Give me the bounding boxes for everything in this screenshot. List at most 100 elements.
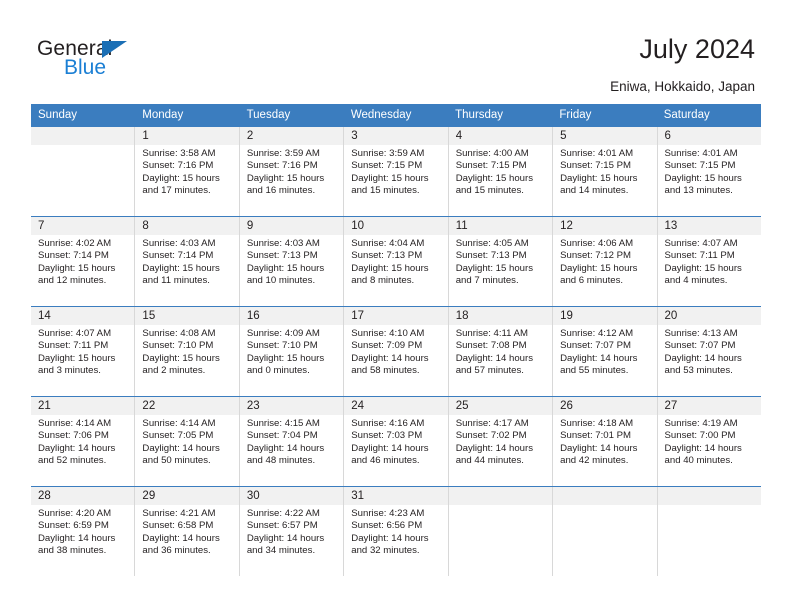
sunset-time: Sunset: 7:10 PM	[142, 340, 214, 352]
day-number	[448, 487, 553, 505]
calendar-day-cell[interactable]: 5 Sunrise: 4:01 AM Sunset: 7:15 PM Daylight…	[553, 127, 658, 216]
sunrise-time: Sunrise: 4:22 AM	[246, 508, 320, 519]
calendar-day-cell[interactable]: 10 Sunrise: 4:04 AM Sunset: 7:13 PM Dayligh…	[344, 217, 449, 306]
sunrise-time: Sunrise: 4:10 AM	[351, 328, 425, 339]
sunrise-time: Sunrise: 4:03 AM	[142, 238, 216, 249]
daylight-duration-line1: Daylight: 15 hours	[38, 262, 116, 274]
calendar-day-cell[interactable]: 11 Sunrise: 4:05 AM Sunset: 7:13 PM Dayligh…	[448, 217, 554, 306]
day-sun-info: Sunrise: 4:03 AM Sunset: 7:13 PM Daylight:…	[240, 235, 343, 288]
calendar-page: General Blue July 2024 Eniwa, Hokkaido, …	[0, 0, 792, 612]
general-blue-logo[interactable]: General Blue	[37, 38, 167, 84]
calendar-day-cell[interactable]: 16 Sunrise: 4:09 AM Sunset: 7:10 PM Dayligh…	[239, 307, 345, 396]
day-sun-info: Sunrise: 4:15 AM Sunset: 7:04 PM Daylight:…	[240, 415, 343, 468]
sunset-time: Sunset: 7:07 PM	[664, 340, 736, 352]
day-number: 6	[657, 127, 761, 145]
day-sun-info: Sunrise: 4:01 AM Sunset: 7:15 PM Daylight:…	[553, 145, 656, 198]
day-number: 30	[239, 487, 344, 505]
calendar-day-cell-empty	[31, 127, 136, 216]
day-sun-info: Sunrise: 4:19 AM Sunset: 7:00 PM Daylight:…	[658, 415, 761, 468]
sunset-time: Sunset: 7:00 PM	[664, 430, 736, 442]
day-sun-info: Sunrise: 4:04 AM Sunset: 7:13 PM Daylight:…	[344, 235, 447, 288]
daylight-duration-line2: and 34 minutes.	[246, 545, 316, 557]
day-sun-info: Sunrise: 4:00 AM Sunset: 7:15 PM Daylight:…	[449, 145, 552, 198]
day-number: 25	[448, 397, 553, 415]
daylight-duration-line2: and 48 minutes.	[246, 455, 316, 467]
daylight-duration-line2: and 55 minutes.	[560, 365, 629, 377]
calendar-day-cell[interactable]: 13 Sunrise: 4:07 AM Sunset: 7:11 PM Dayligh…	[657, 217, 761, 306]
day-number: 20	[657, 307, 761, 325]
weekday-header-monday: Monday	[142, 109, 184, 121]
sunrise-time: Sunrise: 4:01 AM	[664, 148, 738, 159]
calendar-day-cell[interactable]: 21 Sunrise: 4:14 AM Sunset: 7:06 PM Dayligh…	[31, 397, 136, 486]
day-number: 10	[344, 217, 448, 235]
calendar-day-cell[interactable]: 2 Sunrise: 3:59 AM Sunset: 7:16 PM Daylight…	[239, 127, 345, 216]
sunrise-time: Sunrise: 4:02 AM	[38, 238, 112, 249]
calendar-week-row: 14 Sunrise: 4:07 AM Sunset: 7:11 PM Dayligh…	[31, 306, 761, 396]
daylight-duration-line2: and 32 minutes.	[351, 545, 420, 557]
calendar-day-cell[interactable]: 12 Sunrise: 4:06 AM Sunset: 7:12 PM Dayligh…	[553, 217, 658, 306]
sunrise-time: Sunrise: 4:00 AM	[455, 148, 529, 159]
weekday-header-friday: Friday	[559, 109, 592, 121]
daylight-duration-line1: Daylight: 15 hours	[38, 352, 116, 364]
calendar-day-cell[interactable]: 15 Sunrise: 4:08 AM Sunset: 7:10 PM Dayligh…	[135, 307, 240, 396]
daylight-duration-line1: Daylight: 15 hours	[246, 262, 325, 274]
calendar-day-cell[interactable]: 20 Sunrise: 4:13 AM Sunset: 7:07 PM Dayligh…	[657, 307, 761, 396]
calendar-day-cell[interactable]: 28 Sunrise: 4:20 AM Sunset: 6:59 PM Dayligh…	[31, 487, 136, 576]
calendar-day-cell[interactable]: 30 Sunrise: 4:22 AM Sunset: 6:57 PM Dayligh…	[239, 487, 345, 576]
calendar-day-cell[interactable]: 25 Sunrise: 4:17 AM Sunset: 7:02 PM Dayligh…	[448, 397, 554, 486]
daylight-duration-line1: Daylight: 14 hours	[246, 442, 325, 454]
calendar-day-cell[interactable]: 26 Sunrise: 4:18 AM Sunset: 7:01 PM Dayligh…	[553, 397, 658, 486]
daylight-duration-line2: and 7 minutes.	[455, 275, 519, 287]
calendar-day-cell[interactable]: 18 Sunrise: 4:11 AM Sunset: 7:08 PM Dayligh…	[448, 307, 554, 396]
calendar-day-cell[interactable]: 7 Sunrise: 4:02 AM Sunset: 7:14 PM Daylight…	[31, 217, 136, 306]
sunset-time: Sunset: 7:10 PM	[246, 340, 318, 352]
sunrise-time: Sunrise: 4:19 AM	[664, 418, 738, 429]
daylight-duration-line2: and 15 minutes.	[455, 185, 524, 197]
day-number: 12	[553, 217, 657, 235]
calendar-day-cell[interactable]: 14 Sunrise: 4:07 AM Sunset: 7:11 PM Dayligh…	[31, 307, 136, 396]
calendar-day-cell[interactable]: 1 Sunrise: 3:58 AM Sunset: 7:16 PM Daylight…	[135, 127, 240, 216]
weekday-header-row: Sunday Monday Tuesday Wednesday Thursday…	[31, 104, 761, 127]
sunset-time: Sunset: 6:56 PM	[351, 520, 423, 532]
sunset-time: Sunset: 7:15 PM	[560, 160, 632, 172]
calendar-day-cell[interactable]: 19 Sunrise: 4:12 AM Sunset: 7:07 PM Dayligh…	[553, 307, 658, 396]
daylight-duration-line2: and 58 minutes.	[351, 365, 420, 377]
calendar-day-cell[interactable]: 22 Sunrise: 4:14 AM Sunset: 7:05 PM Dayligh…	[135, 397, 240, 486]
daylight-duration-line1: Daylight: 15 hours	[142, 352, 220, 364]
page-title: July 2024	[639, 34, 755, 64]
day-sun-info: Sunrise: 3:59 AM Sunset: 7:16 PM Daylight:…	[240, 145, 343, 198]
day-sun-info: Sunrise: 4:07 AM Sunset: 7:11 PM Daylight:…	[31, 325, 134, 378]
calendar-day-cell[interactable]: 9 Sunrise: 4:03 AM Sunset: 7:13 PM Daylight…	[239, 217, 345, 306]
daylight-duration-line1: Daylight: 14 hours	[351, 532, 429, 544]
sunset-time: Sunset: 7:11 PM	[664, 250, 735, 262]
sunrise-time: Sunrise: 4:07 AM	[38, 328, 112, 339]
calendar-day-cell[interactable]: 24 Sunrise: 4:16 AM Sunset: 7:03 PM Dayligh…	[344, 397, 449, 486]
calendar-day-cell[interactable]: 31 Sunrise: 4:23 AM Sunset: 6:56 PM Dayligh…	[344, 487, 449, 576]
day-sun-info: Sunrise: 4:09 AM Sunset: 7:10 PM Daylight:…	[240, 325, 343, 378]
calendar-day-cell[interactable]: 27 Sunrise: 4:19 AM Sunset: 7:00 PM Dayligh…	[657, 397, 761, 486]
sunrise-time: Sunrise: 4:03 AM	[246, 238, 320, 249]
daylight-duration-line2: and 3 minutes.	[38, 365, 101, 377]
daylight-duration-line1: Daylight: 15 hours	[664, 172, 742, 184]
daylight-duration-line1: Daylight: 15 hours	[351, 262, 429, 274]
calendar-day-cell[interactable]: 17 Sunrise: 4:10 AM Sunset: 7:09 PM Dayligh…	[344, 307, 449, 396]
day-number: 9	[239, 217, 344, 235]
daylight-duration-line1: Daylight: 15 hours	[664, 262, 742, 274]
calendar-day-cell[interactable]: 4 Sunrise: 4:00 AM Sunset: 7:15 PM Daylight…	[448, 127, 554, 216]
calendar-day-cell[interactable]: 6 Sunrise: 4:01 AM Sunset: 7:15 PM Daylight…	[657, 127, 761, 216]
daylight-duration-line1: Daylight: 15 hours	[560, 262, 638, 274]
daylight-duration-line2: and 42 minutes.	[560, 455, 629, 467]
day-number: 2	[239, 127, 344, 145]
daylight-duration-line1: Daylight: 15 hours	[455, 172, 534, 184]
day-number: 14	[31, 307, 135, 325]
calendar-day-cell[interactable]: 3 Sunrise: 3:59 AM Sunset: 7:15 PM Daylight…	[344, 127, 449, 216]
daylight-duration-line1: Daylight: 14 hours	[455, 442, 534, 454]
sunrise-time: Sunrise: 4:14 AM	[142, 418, 216, 429]
day-sun-info: Sunrise: 4:01 AM Sunset: 7:15 PM Daylight:…	[658, 145, 761, 198]
calendar-day-cell[interactable]: 29 Sunrise: 4:21 AM Sunset: 6:58 PM Dayligh…	[135, 487, 240, 576]
calendar-day-cell[interactable]: 23 Sunrise: 4:15 AM Sunset: 7:04 PM Dayligh…	[239, 397, 345, 486]
day-number: 28	[31, 487, 135, 505]
calendar-day-cell[interactable]: 8 Sunrise: 4:03 AM Sunset: 7:14 PM Daylight…	[135, 217, 240, 306]
day-number: 23	[239, 397, 344, 415]
sunrise-time: Sunrise: 4:17 AM	[455, 418, 529, 429]
